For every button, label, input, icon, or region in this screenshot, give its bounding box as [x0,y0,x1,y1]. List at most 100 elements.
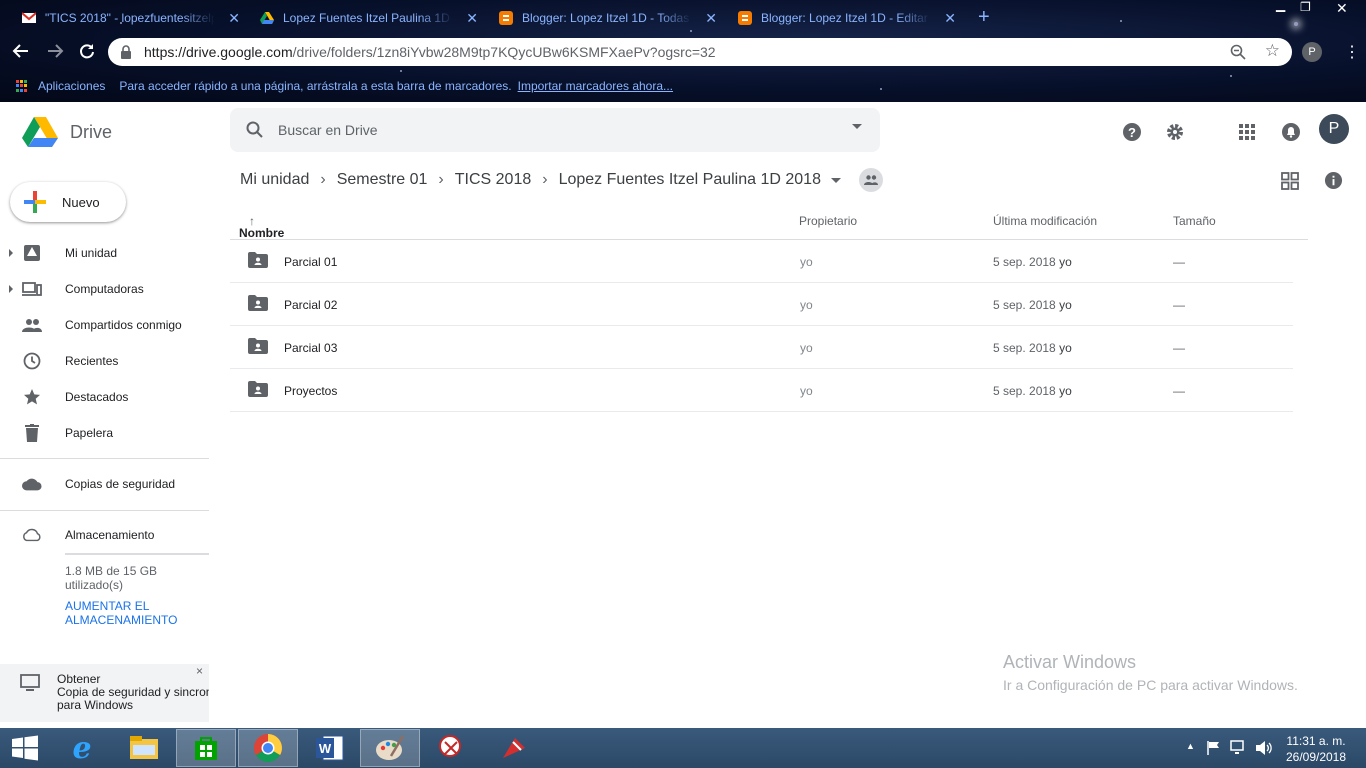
close-icon[interactable]: × [196,664,203,678]
clock-date: 26/09/2018 [1285,750,1347,764]
sidebar-divider [0,510,209,511]
blogger-icon [499,11,513,25]
back-icon[interactable] [12,42,30,60]
windows-taskbar: e W ▲ 11:31 a. m. 26/09/2018 [0,728,1366,768]
file-owner: yo [800,341,813,355]
browser-profile-avatar[interactable]: P [1302,42,1322,62]
network-icon[interactable] [1230,740,1248,756]
close-tab-icon[interactable]: ✕ [944,10,956,27]
tab-title: "TICS 2018" - lopezfuentesitzelpa [45,11,215,25]
sidebar-item-label: Computadoras [65,282,144,296]
new-button[interactable]: Nuevo [10,182,126,222]
address-bar[interactable]: https://drive.google.com/drive/folders/1… [108,38,1292,66]
restore-icon[interactable]: ❐ [1300,0,1311,14]
breadcrumb-item[interactable]: Mi unidad [240,171,309,189]
sidebar-item-computers[interactable]: Computadoras [0,273,210,305]
expand-arrow-icon[interactable] [9,249,13,257]
info-icon[interactable] [1324,171,1343,190]
new-button-label: Nuevo [62,194,100,210]
tab-drive[interactable]: Lopez Fuentes Itzel Paulina 1D 20 ✕ [260,4,478,32]
file-row[interactable]: Parcial 02 yo 5 sep. 2018 yo — [230,283,1293,326]
file-size: — [1173,341,1185,355]
shared-people-icon[interactable] [858,168,883,192]
bookmarks-apps-link[interactable]: Aplicaciones [38,79,105,93]
windows-start-icon[interactable] [0,729,50,767]
sidebar-item-recent[interactable]: Recientes [0,345,210,377]
grid-view-icon[interactable] [1281,172,1299,190]
upgrade-storage-link[interactable]: AUMENTAR EL ALMACENAMIENTO [65,599,205,627]
sidebar-item-trash[interactable]: Papelera [0,417,210,449]
tab-blogger-all[interactable]: Blogger: Lopez Itzel 1D - Todas l ✕ [499,4,717,32]
drive-logo[interactable]: Drive [22,116,112,148]
column-owner[interactable]: Propietario [799,214,857,228]
search-bar[interactable]: Buscar en Drive [230,108,880,152]
file-row[interactable]: Parcial 01 yo 5 sep. 2018 yo — [230,240,1293,283]
paint-icon[interactable] [360,729,420,767]
minimize-icon[interactable]: ▁ [1276,0,1285,12]
breadcrumb: Mi unidad › Semestre 01 › TICS 2018 › Lo… [240,166,883,194]
settings-gear-icon[interactable] [1163,120,1187,144]
tab-gmail[interactable]: "TICS 2018" - lopezfuentesitzelpa ✕ [22,4,240,32]
store-icon[interactable] [176,729,236,767]
forward-icon[interactable] [46,42,64,60]
blogger-icon [738,11,752,25]
close-tab-icon[interactable]: ✕ [228,10,240,27]
notifications-bell-icon[interactable] [1279,120,1303,144]
sidebar-item-shared[interactable]: Compartidos conmigo [0,309,210,341]
zoom-icon[interactable] [1230,44,1246,60]
taskbar-clock[interactable]: 11:31 a. m. 26/09/2018 [1270,733,1362,765]
breadcrumb-item[interactable]: Semestre 01 [337,171,428,189]
file-modified: 5 sep. 2018 yo [993,255,1072,269]
tab-title: Lopez Fuentes Itzel Paulina 1D 20 [283,11,453,25]
close-tab-icon[interactable]: ✕ [466,10,478,27]
show-hidden-icons-icon[interactable]: ▲ [1186,741,1195,751]
reload-icon[interactable] [78,42,96,60]
clock-icon [22,351,42,371]
column-last-modified[interactable]: Última modificación [993,214,1097,228]
snipping-tool-icon[interactable] [422,729,482,767]
drive-logo-icon [22,117,58,147]
search-options-icon[interactable] [852,124,862,129]
file-row[interactable]: Parcial 03 yo 5 sep. 2018 yo — [230,326,1293,369]
sidebar-item-storage[interactable]: Almacenamiento [0,519,210,551]
expand-arrow-icon[interactable] [9,285,13,293]
bookmarks-hint: Para acceder rápido a una página, arrást… [119,79,512,93]
shared-icon [22,315,42,335]
tab-blogger-edit[interactable]: Blogger: Lopez Itzel 1D - Editar p ✕ [738,4,956,32]
breadcrumb-item[interactable]: TICS 2018 [455,171,531,189]
close-tab-icon[interactable]: ✕ [705,10,717,27]
computers-icon [22,279,42,299]
sidebar-item-my-drive[interactable]: Mi unidad [0,237,210,269]
app-name: Drive [70,121,113,142]
file-modified: 5 sep. 2018 yo [993,298,1072,312]
file-row[interactable]: Proyectos yo 5 sep. 2018 yo — [230,369,1293,412]
action-center-flag-icon[interactable] [1206,740,1222,756]
ccleaner-icon[interactable] [484,729,544,767]
sidebar-item-starred[interactable]: Destacados [0,381,210,413]
browser-menu-icon[interactable]: ⋮ [1344,42,1360,62]
chrome-icon[interactable] [238,729,298,767]
storage-progress-bar [65,553,209,555]
column-name[interactable]: Nombre ↑ [239,214,284,240]
account-avatar[interactable]: P [1319,114,1349,144]
google-apps-icon[interactable] [1235,120,1259,144]
close-window-icon[interactable]: ✕ [1336,0,1348,17]
search-input[interactable]: Buscar en Drive [278,122,378,138]
breadcrumb-current[interactable]: Lopez Fuentes Itzel Paulina 1D 2018 [559,171,821,189]
internet-explorer-icon[interactable]: e [52,729,112,767]
backup-sync-promo[interactable]: Obtener Copia de seguridad y sincroniz p… [0,664,209,722]
column-size[interactable]: Tamaño [1173,214,1216,228]
sidebar-item-backups[interactable]: Copias de seguridad [0,468,210,500]
import-bookmarks-link[interactable]: Importar marcadores ahora... [518,79,673,93]
file-size: — [1173,384,1185,398]
shared-folder-icon [248,295,268,311]
sidebar-divider [0,458,209,459]
word-icon[interactable]: W [300,729,360,767]
new-tab-icon[interactable]: + [978,6,990,29]
help-icon[interactable]: ? [1120,120,1144,144]
search-icon[interactable] [246,121,264,139]
file-explorer-icon[interactable] [114,729,174,767]
chevron-down-icon[interactable] [830,177,841,183]
bookmark-star-icon[interactable]: ☆ [1265,41,1280,61]
apps-icon[interactable] [16,80,28,92]
